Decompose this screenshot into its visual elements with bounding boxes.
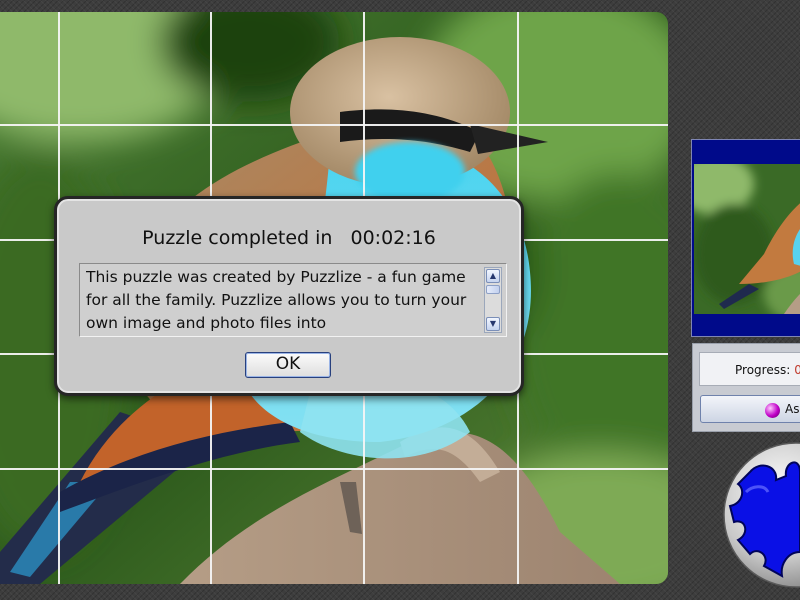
scrollbar-thumb[interactable] bbox=[486, 285, 500, 294]
progress-panel: Progress: 0 As bbox=[692, 343, 800, 432]
progress-label: Progress: bbox=[735, 363, 791, 377]
purple-ball-icon bbox=[765, 403, 780, 418]
grid-line bbox=[0, 468, 668, 470]
grid-line bbox=[0, 124, 668, 126]
arrow-up-icon[interactable]: ▲ bbox=[486, 269, 500, 283]
assemble-button[interactable]: As bbox=[700, 395, 800, 423]
assemble-label: As bbox=[785, 402, 800, 416]
dialog-title-label: Puzzle completed in bbox=[142, 227, 333, 249]
message-box[interactable]: This puzzle was created by Puzzlize - a … bbox=[79, 263, 507, 337]
dialog-title: Puzzle completed in 00:02:16 bbox=[57, 227, 521, 249]
completion-time: 00:02:16 bbox=[350, 227, 436, 249]
progress-value: 0 bbox=[794, 363, 800, 377]
message-text: This puzzle was created by Puzzlize - a … bbox=[86, 268, 467, 332]
progress-field: Progress: 0 bbox=[699, 352, 800, 386]
preview-thumbnail bbox=[691, 139, 800, 337]
message-scrollbar[interactable]: ▲ ▼ bbox=[484, 267, 502, 333]
completion-dialog: Puzzle completed in 00:02:16 This puzzle… bbox=[54, 196, 524, 396]
puzzle-piece-logo[interactable] bbox=[720, 442, 800, 588]
preview-image bbox=[694, 164, 800, 314]
ok-button[interactable]: OK bbox=[245, 352, 331, 378]
arrow-down-icon[interactable]: ▼ bbox=[486, 317, 500, 331]
